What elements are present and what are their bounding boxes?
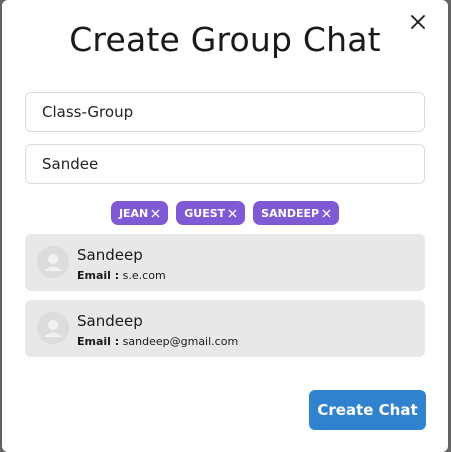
- user-badge-label: GUEST: [184, 206, 226, 220]
- email-label: Email :: [77, 335, 120, 348]
- user-avatar-icon: [37, 312, 69, 344]
- user-email: Email : sandeep@gmail.com: [77, 335, 238, 348]
- email-label: Email :: [77, 269, 120, 282]
- remove-icon[interactable]: [228, 209, 237, 218]
- user-search-input[interactable]: [25, 144, 425, 184]
- search-result-item[interactable]: Sandeep Email : s.e.com: [25, 234, 425, 291]
- user-badge-sandeep[interactable]: SANDEEP: [253, 201, 340, 225]
- group-name-input[interactable]: [25, 92, 425, 132]
- modal-title: Create Group Chat: [69, 20, 381, 59]
- user-badge-guest[interactable]: GUEST: [176, 201, 246, 225]
- avatar: [37, 312, 69, 344]
- user-email: Email : s.e.com: [77, 269, 166, 282]
- user-badge-label: JEAN: [118, 206, 149, 220]
- user-badge-label: SANDEEP: [261, 206, 320, 220]
- user-name: Sandeep: [77, 312, 143, 330]
- email-value: s.e.com: [122, 269, 166, 282]
- user-avatar-icon: [37, 246, 69, 278]
- remove-icon[interactable]: [322, 209, 331, 218]
- search-result-item[interactable]: Sandeep Email : sandeep@gmail.com: [25, 300, 425, 357]
- user-name: Sandeep: [77, 246, 143, 264]
- avatar: [37, 246, 69, 278]
- create-group-chat-modal: Create Group Chat JEAN GUEST SANDEEP: [2, 0, 448, 452]
- email-value: sandeep@gmail.com: [122, 335, 239, 348]
- remove-icon[interactable]: [151, 209, 160, 218]
- user-badge-jean[interactable]: JEAN: [110, 201, 169, 225]
- selected-users-list: JEAN GUEST SANDEEP: [2, 201, 448, 225]
- create-chat-button[interactable]: Create Chat: [309, 390, 426, 430]
